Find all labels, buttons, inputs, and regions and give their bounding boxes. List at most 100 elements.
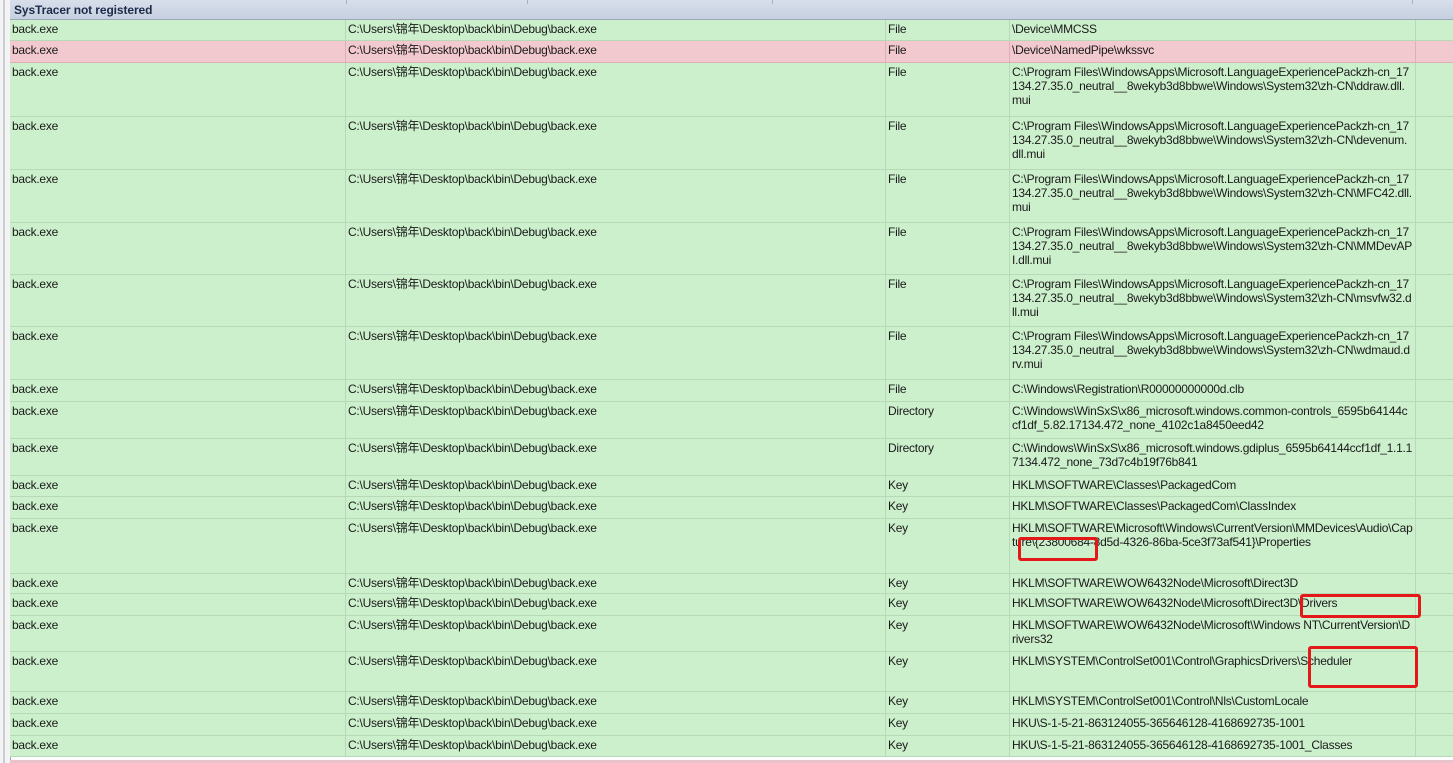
extra-cell bbox=[1416, 223, 1453, 274]
process-path-cell: C:\Users\锦年\Desktop\back\bin\Debug\back.… bbox=[346, 594, 886, 615]
table-row[interactable]: back.exe C:\Users\锦年\Desktop\back\bin\Deb… bbox=[10, 402, 1453, 439]
table-row[interactable]: back.exe C:\Users\锦年\Desktop\back\bin\Deb… bbox=[10, 594, 1453, 616]
process-name-cell: back.exe bbox=[10, 117, 346, 169]
process-name-cell: back.exe bbox=[10, 170, 346, 222]
table-row[interactable]: back.exe C:\Users\锦年\Desktop\back\bin\Deb… bbox=[10, 41, 1453, 63]
process-path-cell: C:\Users\锦年\Desktop\back\bin\Debug\back.… bbox=[346, 402, 886, 438]
process-name-cell: back.exe bbox=[10, 439, 346, 475]
table-row[interactable]: back.exe C:\Users\锦年\Desktop\back\bin\Deb… bbox=[10, 63, 1453, 117]
resource-type-cell: File bbox=[886, 275, 1010, 326]
process-path-cell: C:\Users\锦年\Desktop\back\bin\Debug\back.… bbox=[346, 327, 886, 379]
table-row[interactable]: back.exe C:\Users\锦年\Desktop\back\bin\Deb… bbox=[10, 170, 1453, 223]
resource-type-cell: File bbox=[886, 223, 1010, 274]
resource-type-cell: File bbox=[886, 20, 1010, 40]
resource-path-cell: C:\Program Files\WindowsApps\Microsoft.L… bbox=[1010, 117, 1416, 169]
process-path-cell: C:\Users\锦年\Desktop\back\bin\Debug\back.… bbox=[346, 476, 886, 496]
resource-path-cell: C:\Windows\Registration\R00000000000d.cl… bbox=[1010, 380, 1416, 401]
header-divider bbox=[346, 0, 347, 4]
resource-type-cell: Key bbox=[886, 652, 1010, 691]
process-name-cell: back.exe bbox=[10, 652, 346, 691]
header-divider bbox=[772, 0, 773, 4]
table-row[interactable]: back.exe C:\Users\锦年\Desktop\back\bin\Deb… bbox=[10, 652, 1453, 692]
extra-cell bbox=[1416, 380, 1453, 401]
resource-path-cell: HKLM\SYSTEM\ControlSet001\Control\Graphi… bbox=[1010, 652, 1416, 691]
resource-path-cell: C:\Program Files\WindowsApps\Microsoft.L… bbox=[1010, 223, 1416, 274]
process-path-cell: C:\Users\锦年\Desktop\back\bin\Debug\back.… bbox=[346, 275, 886, 326]
table-row[interactable]: back.exe C:\Users\锦年\Desktop\back\bin\Deb… bbox=[10, 380, 1453, 402]
extra-cell bbox=[1416, 594, 1453, 615]
resource-path-cell: HKLM\SOFTWARE\Microsoft\Windows\CurrentV… bbox=[1010, 519, 1416, 573]
process-path-cell: C:\Users\锦年\Desktop\back\bin\Debug\back.… bbox=[346, 117, 886, 169]
resource-type-cell: Directory bbox=[886, 402, 1010, 438]
table-row[interactable]: back.exe C:\Users\锦年\Desktop\back\bin\Deb… bbox=[10, 519, 1453, 574]
header-divider bbox=[1412, 0, 1413, 4]
extra-cell bbox=[1416, 497, 1453, 518]
process-path-cell: C:\Users\锦年\Desktop\back\bin\Debug\back.… bbox=[346, 519, 886, 573]
extra-cell bbox=[1416, 714, 1453, 735]
resource-type-cell: File bbox=[886, 380, 1010, 401]
process-path-cell: C:\Users\锦年\Desktop\back\bin\Debug\back.… bbox=[346, 380, 886, 401]
process-path-cell: C:\Users\锦年\Desktop\back\bin\Debug\back.… bbox=[346, 652, 886, 691]
resource-path-cell: C:\Program Files\WindowsApps\Microsoft.L… bbox=[1010, 275, 1416, 326]
process-path-cell: C:\Users\锦年\Desktop\back\bin\Debug\back.… bbox=[346, 574, 886, 593]
process-name-cell: back.exe bbox=[10, 736, 346, 756]
table-row[interactable]: back.exe C:\Users\锦年\Desktop\back\bin\Deb… bbox=[10, 327, 1453, 380]
extra-cell bbox=[1416, 652, 1453, 691]
extra-cell bbox=[1416, 736, 1453, 756]
process-path-cell: C:\Users\锦年\Desktop\back\bin\Debug\back.… bbox=[346, 616, 886, 651]
table-row[interactable]: back.exe C:\Users\锦年\Desktop\back\bin\Deb… bbox=[10, 736, 1453, 757]
process-name-cell: back.exe bbox=[10, 275, 346, 326]
process-name-cell: back.exe bbox=[10, 616, 346, 651]
extra-cell bbox=[1416, 327, 1453, 379]
table-row[interactable]: back.exe C:\Users\锦年\Desktop\back\bin\Deb… bbox=[10, 117, 1453, 170]
table-row[interactable]: back.exe C:\Users\锦年\Desktop\back\bin\Deb… bbox=[10, 692, 1453, 714]
table-row[interactable]: back.exe C:\Users\锦年\Desktop\back\bin\Deb… bbox=[10, 714, 1453, 736]
resource-type-cell: Key bbox=[886, 574, 1010, 593]
process-path-cell: C:\Users\锦年\Desktop\back\bin\Debug\back.… bbox=[346, 63, 886, 116]
extra-cell bbox=[1416, 20, 1453, 40]
resource-type-cell: File bbox=[886, 41, 1010, 62]
extra-cell bbox=[1416, 519, 1453, 573]
activity-table: SysTracer not registered back.exe C:\User… bbox=[10, 0, 1453, 757]
process-name-cell: back.exe bbox=[10, 20, 346, 40]
resource-type-cell: Key bbox=[886, 714, 1010, 735]
group-header-title: SysTracer not registered bbox=[14, 3, 153, 17]
table-body: back.exe C:\Users\锦年\Desktop\back\bin\Deb… bbox=[10, 20, 1453, 757]
resource-path-cell: HKLM\SOFTWARE\Classes\PackagedCom bbox=[1010, 476, 1416, 496]
resource-type-cell: File bbox=[886, 170, 1010, 222]
resource-path-cell: C:\Windows\WinSxS\x86_microsoft.windows.… bbox=[1010, 402, 1416, 438]
table-row[interactable]: back.exe C:\Users\锦年\Desktop\back\bin\Deb… bbox=[10, 497, 1453, 519]
process-name-cell: back.exe bbox=[10, 41, 346, 62]
table-row[interactable]: back.exe C:\Users\锦年\Desktop\back\bin\Deb… bbox=[10, 439, 1453, 476]
table-row[interactable]: back.exe C:\Users\锦年\Desktop\back\bin\Deb… bbox=[10, 20, 1453, 41]
table-row[interactable]: back.exe C:\Users\锦年\Desktop\back\bin\Deb… bbox=[10, 476, 1453, 497]
resource-path-cell: HKU\S-1-5-21-863124055-365646128-4168692… bbox=[1010, 714, 1416, 735]
table-row[interactable]: back.exe C:\Users\锦年\Desktop\back\bin\Deb… bbox=[10, 223, 1453, 275]
resource-path-cell: C:\Program Files\WindowsApps\Microsoft.L… bbox=[1010, 327, 1416, 379]
resource-type-cell: Key bbox=[886, 476, 1010, 496]
extra-cell bbox=[1416, 170, 1453, 222]
resource-path-cell: C:\Program Files\WindowsApps\Microsoft.L… bbox=[1010, 170, 1416, 222]
resource-path-cell: C:\Program Files\WindowsApps\Microsoft.L… bbox=[1010, 63, 1416, 116]
resource-type-cell: Key bbox=[886, 497, 1010, 518]
process-name-cell: back.exe bbox=[10, 476, 346, 496]
resource-type-cell: File bbox=[886, 327, 1010, 379]
extra-cell bbox=[1416, 117, 1453, 169]
resource-path-cell: HKLM\SYSTEM\ControlSet001\Control\Nls\Cu… bbox=[1010, 692, 1416, 713]
resource-type-cell: Key bbox=[886, 519, 1010, 573]
process-path-cell: C:\Users\锦年\Desktop\back\bin\Debug\back.… bbox=[346, 736, 886, 756]
process-name-cell: back.exe bbox=[10, 594, 346, 615]
extra-cell bbox=[1416, 616, 1453, 651]
group-header[interactable]: SysTracer not registered bbox=[10, 0, 1453, 20]
process-name-cell: back.exe bbox=[10, 574, 346, 593]
table-row[interactable]: back.exe C:\Users\锦年\Desktop\back\bin\Deb… bbox=[10, 616, 1453, 652]
header-divider bbox=[527, 0, 528, 4]
resource-path-cell: \Device\MMCSS bbox=[1010, 20, 1416, 40]
resource-type-cell: Key bbox=[886, 736, 1010, 756]
table-row[interactable]: back.exe C:\Users\锦年\Desktop\back\bin\Deb… bbox=[10, 574, 1453, 594]
table-row[interactable]: back.exe C:\Users\锦年\Desktop\back\bin\Deb… bbox=[10, 275, 1453, 327]
resource-path-cell: HKU\S-1-5-21-863124055-365646128-4168692… bbox=[1010, 736, 1416, 756]
process-name-cell: back.exe bbox=[10, 402, 346, 438]
resource-type-cell: Key bbox=[886, 594, 1010, 615]
process-path-cell: C:\Users\锦年\Desktop\back\bin\Debug\back.… bbox=[346, 223, 886, 274]
